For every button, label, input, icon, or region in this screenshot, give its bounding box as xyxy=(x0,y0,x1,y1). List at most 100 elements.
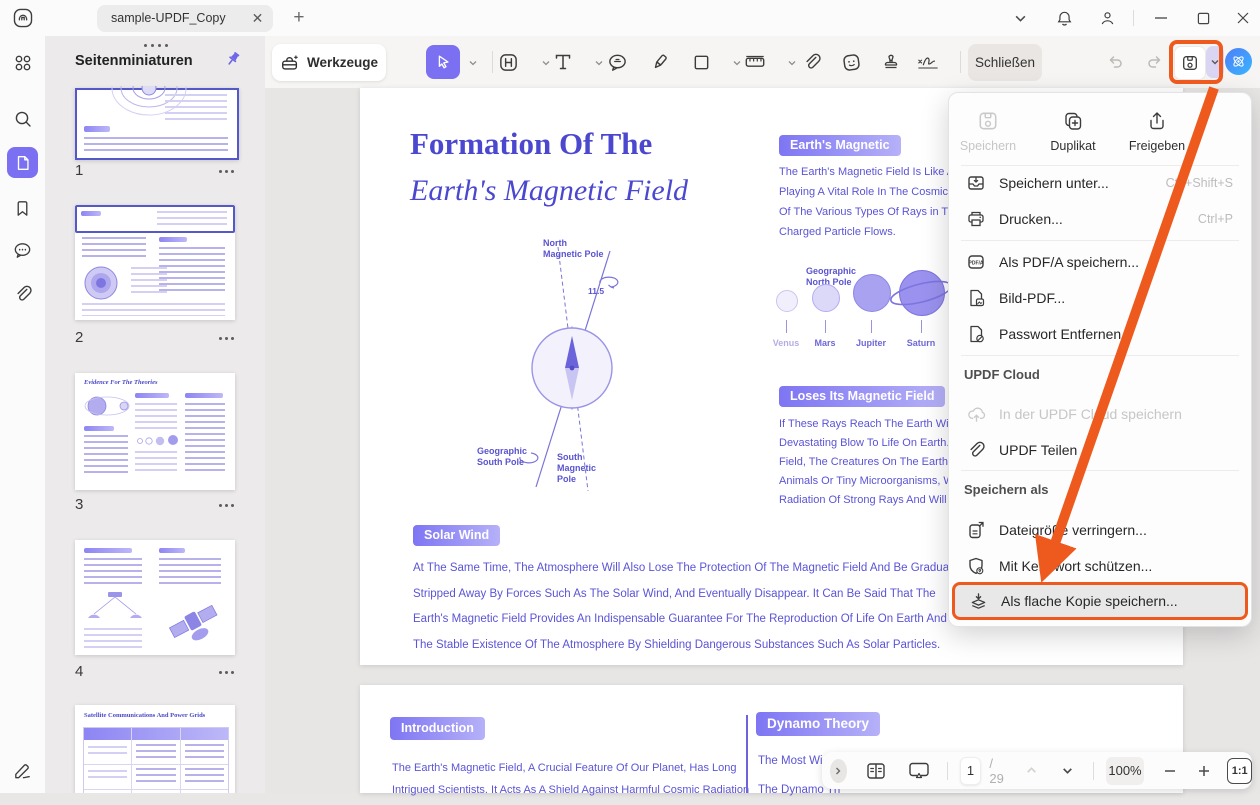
solar-wind-paragraph: At The Same Time, The Atmosphere Will Al… xyxy=(413,562,960,651)
actual-size-button[interactable]: 1:1 xyxy=(1227,757,1252,784)
document-tab[interactable]: sample-UPDF_Copy ✕ xyxy=(97,4,274,32)
pin-icon[interactable] xyxy=(223,49,243,69)
menu-item-updf-share[interactable]: UPDF Teilen xyxy=(955,434,1245,466)
stamp-icon xyxy=(884,54,898,69)
viewport-indicator xyxy=(75,205,235,233)
next-page-icon[interactable] xyxy=(1061,764,1075,777)
attachments-icon[interactable] xyxy=(7,278,38,309)
quick-save-label: Speichern xyxy=(959,138,1017,153)
menu-item-save-pdfa[interactable]: PDF/A Als PDF/A speichern... xyxy=(955,246,1245,278)
save-dropdown-menu: Speichern Duplikat Freigeben Speichern u… xyxy=(948,92,1252,627)
new-tab-button[interactable]: + xyxy=(293,7,304,29)
select-tool-chevron[interactable] xyxy=(468,58,478,68)
reading-view-icon[interactable] xyxy=(865,760,887,782)
app-grid-icon[interactable] xyxy=(7,47,38,78)
comments-icon[interactable] xyxy=(7,235,38,266)
bookmarks-icon[interactable] xyxy=(7,193,38,224)
menu-quick-share[interactable]: Freigeben xyxy=(1118,103,1196,159)
window-minimize-icon[interactable] xyxy=(1148,11,1174,25)
planet-mars xyxy=(812,284,840,312)
remove-password-icon xyxy=(965,323,987,345)
menu-divider xyxy=(961,355,1239,356)
menu-item-save-flattened-copy[interactable]: Als flache Kopie speichern... xyxy=(952,582,1248,620)
thumbnail-page-1[interactable] xyxy=(75,86,239,160)
zoom-level-button[interactable]: 100% xyxy=(1105,756,1145,785)
page-number-input[interactable]: 1 xyxy=(959,756,982,785)
zoom-out-icon[interactable] xyxy=(1162,764,1178,778)
thumbnail-page-4[interactable] xyxy=(75,540,235,655)
menu-quick-duplicate[interactable]: Duplikat xyxy=(1034,103,1112,159)
account-user-icon[interactable] xyxy=(1098,9,1117,28)
measure-tool[interactable] xyxy=(738,45,772,79)
zoom-in-icon[interactable] xyxy=(1196,764,1212,778)
menu-item-print[interactable]: Drucken... Ctrl+P xyxy=(955,203,1245,235)
ai-assistant-button[interactable] xyxy=(1225,48,1252,75)
redo-button[interactable] xyxy=(1138,45,1172,79)
close-mode-label: Schließen xyxy=(974,55,1036,70)
header-footer-tool[interactable] xyxy=(491,45,525,79)
menu-item-image-pdf[interactable]: Bild-PDF... xyxy=(955,282,1245,314)
presentation-mode-icon[interactable] xyxy=(907,760,931,782)
menu-item-protect-password[interactable]: Mit Kennwort schützen... xyxy=(955,550,1245,582)
earths-paragraph: The Earth's Magnetic Field Is Like A Hu … xyxy=(779,166,972,238)
thumbnail-title: Satellite Communications And Power Grids xyxy=(84,712,206,719)
close-mode-button[interactable]: Schließen xyxy=(968,44,1042,81)
save-dropdown-chevron[interactable] xyxy=(1206,46,1224,78)
stamp-tool[interactable] xyxy=(874,45,908,79)
badge-introduction: Introduction xyxy=(390,717,485,740)
ruler-icon xyxy=(745,55,765,67)
thumb-more-button[interactable] xyxy=(219,504,234,507)
signature-tool[interactable] xyxy=(911,45,945,79)
svg-text:PDF/A: PDF/A xyxy=(969,260,984,266)
image-pdf-icon xyxy=(965,287,987,309)
thumbnail-badge xyxy=(84,548,132,553)
pen-annotate-icon[interactable] xyxy=(7,755,38,786)
attach-file-tool[interactable] xyxy=(795,45,829,79)
menu-item-remove-password[interactable]: Passwort Entfernen xyxy=(955,318,1245,350)
tools-button[interactable]: Werkzeuge xyxy=(272,44,386,81)
column-divider xyxy=(746,715,748,793)
tab-close-icon[interactable]: ✕ xyxy=(252,11,264,25)
thumbnail-text-block xyxy=(185,403,225,475)
menu-item-save-as[interactable]: Speichern unter... Ctrl+Shift+S xyxy=(955,167,1245,199)
notifications-bell-icon[interactable] xyxy=(1055,9,1074,28)
thumbnail-network-diagram xyxy=(88,592,142,618)
search-icon[interactable] xyxy=(7,103,38,134)
heading-icon xyxy=(499,53,517,71)
thumb-more-button[interactable] xyxy=(219,337,234,340)
shape-tool[interactable] xyxy=(684,45,718,79)
comment-tool[interactable] xyxy=(600,45,634,79)
titlebar-divider xyxy=(1133,10,1134,26)
protect-password-icon xyxy=(965,555,987,577)
thumbnail-page-5[interactable]: Satellite Communications And Power Grids xyxy=(75,705,235,793)
reduce-size-icon xyxy=(965,519,987,541)
panel-drag-handle[interactable] xyxy=(144,44,168,47)
text-tool[interactable] xyxy=(546,45,580,79)
thumbnail-page-2[interactable] xyxy=(75,205,235,320)
thumbnail-text-block xyxy=(82,303,225,316)
select-tool[interactable] xyxy=(426,45,460,79)
pdfa-icon: PDF/A xyxy=(965,251,987,273)
previous-page-icon[interactable] xyxy=(1025,764,1039,777)
undo-button[interactable] xyxy=(1098,45,1132,79)
sticker-tool[interactable] xyxy=(834,45,868,79)
thumb-more-button[interactable] xyxy=(219,170,234,173)
label-north-magnetic-pole: North Magnetic Pole xyxy=(543,238,604,259)
window-close-icon[interactable] xyxy=(1230,11,1256,25)
page-thumbnails-icon[interactable] xyxy=(7,147,38,178)
menu-item-reduce-size[interactable]: Dateigröße verringern... xyxy=(955,514,1245,546)
thumbnail-badge xyxy=(159,237,187,242)
collapse-bar-icon[interactable] xyxy=(830,758,847,783)
share-icon xyxy=(1150,111,1164,129)
window-expand-icon[interactable] xyxy=(1014,12,1027,25)
home-icon[interactable] xyxy=(12,7,34,29)
thumbnail-page-3[interactable]: Evidence For The Theories xyxy=(75,373,235,490)
doc-title-line1: Formation Of The xyxy=(410,126,653,161)
menu-divider xyxy=(961,240,1239,241)
thumbnail-table xyxy=(83,727,229,793)
highlighter-tool[interactable] xyxy=(643,45,677,79)
window-maximize-icon[interactable] xyxy=(1190,12,1216,25)
save-button[interactable] xyxy=(1174,46,1206,80)
thumbnail-text-block xyxy=(135,451,177,475)
thumb-more-button[interactable] xyxy=(219,671,234,674)
